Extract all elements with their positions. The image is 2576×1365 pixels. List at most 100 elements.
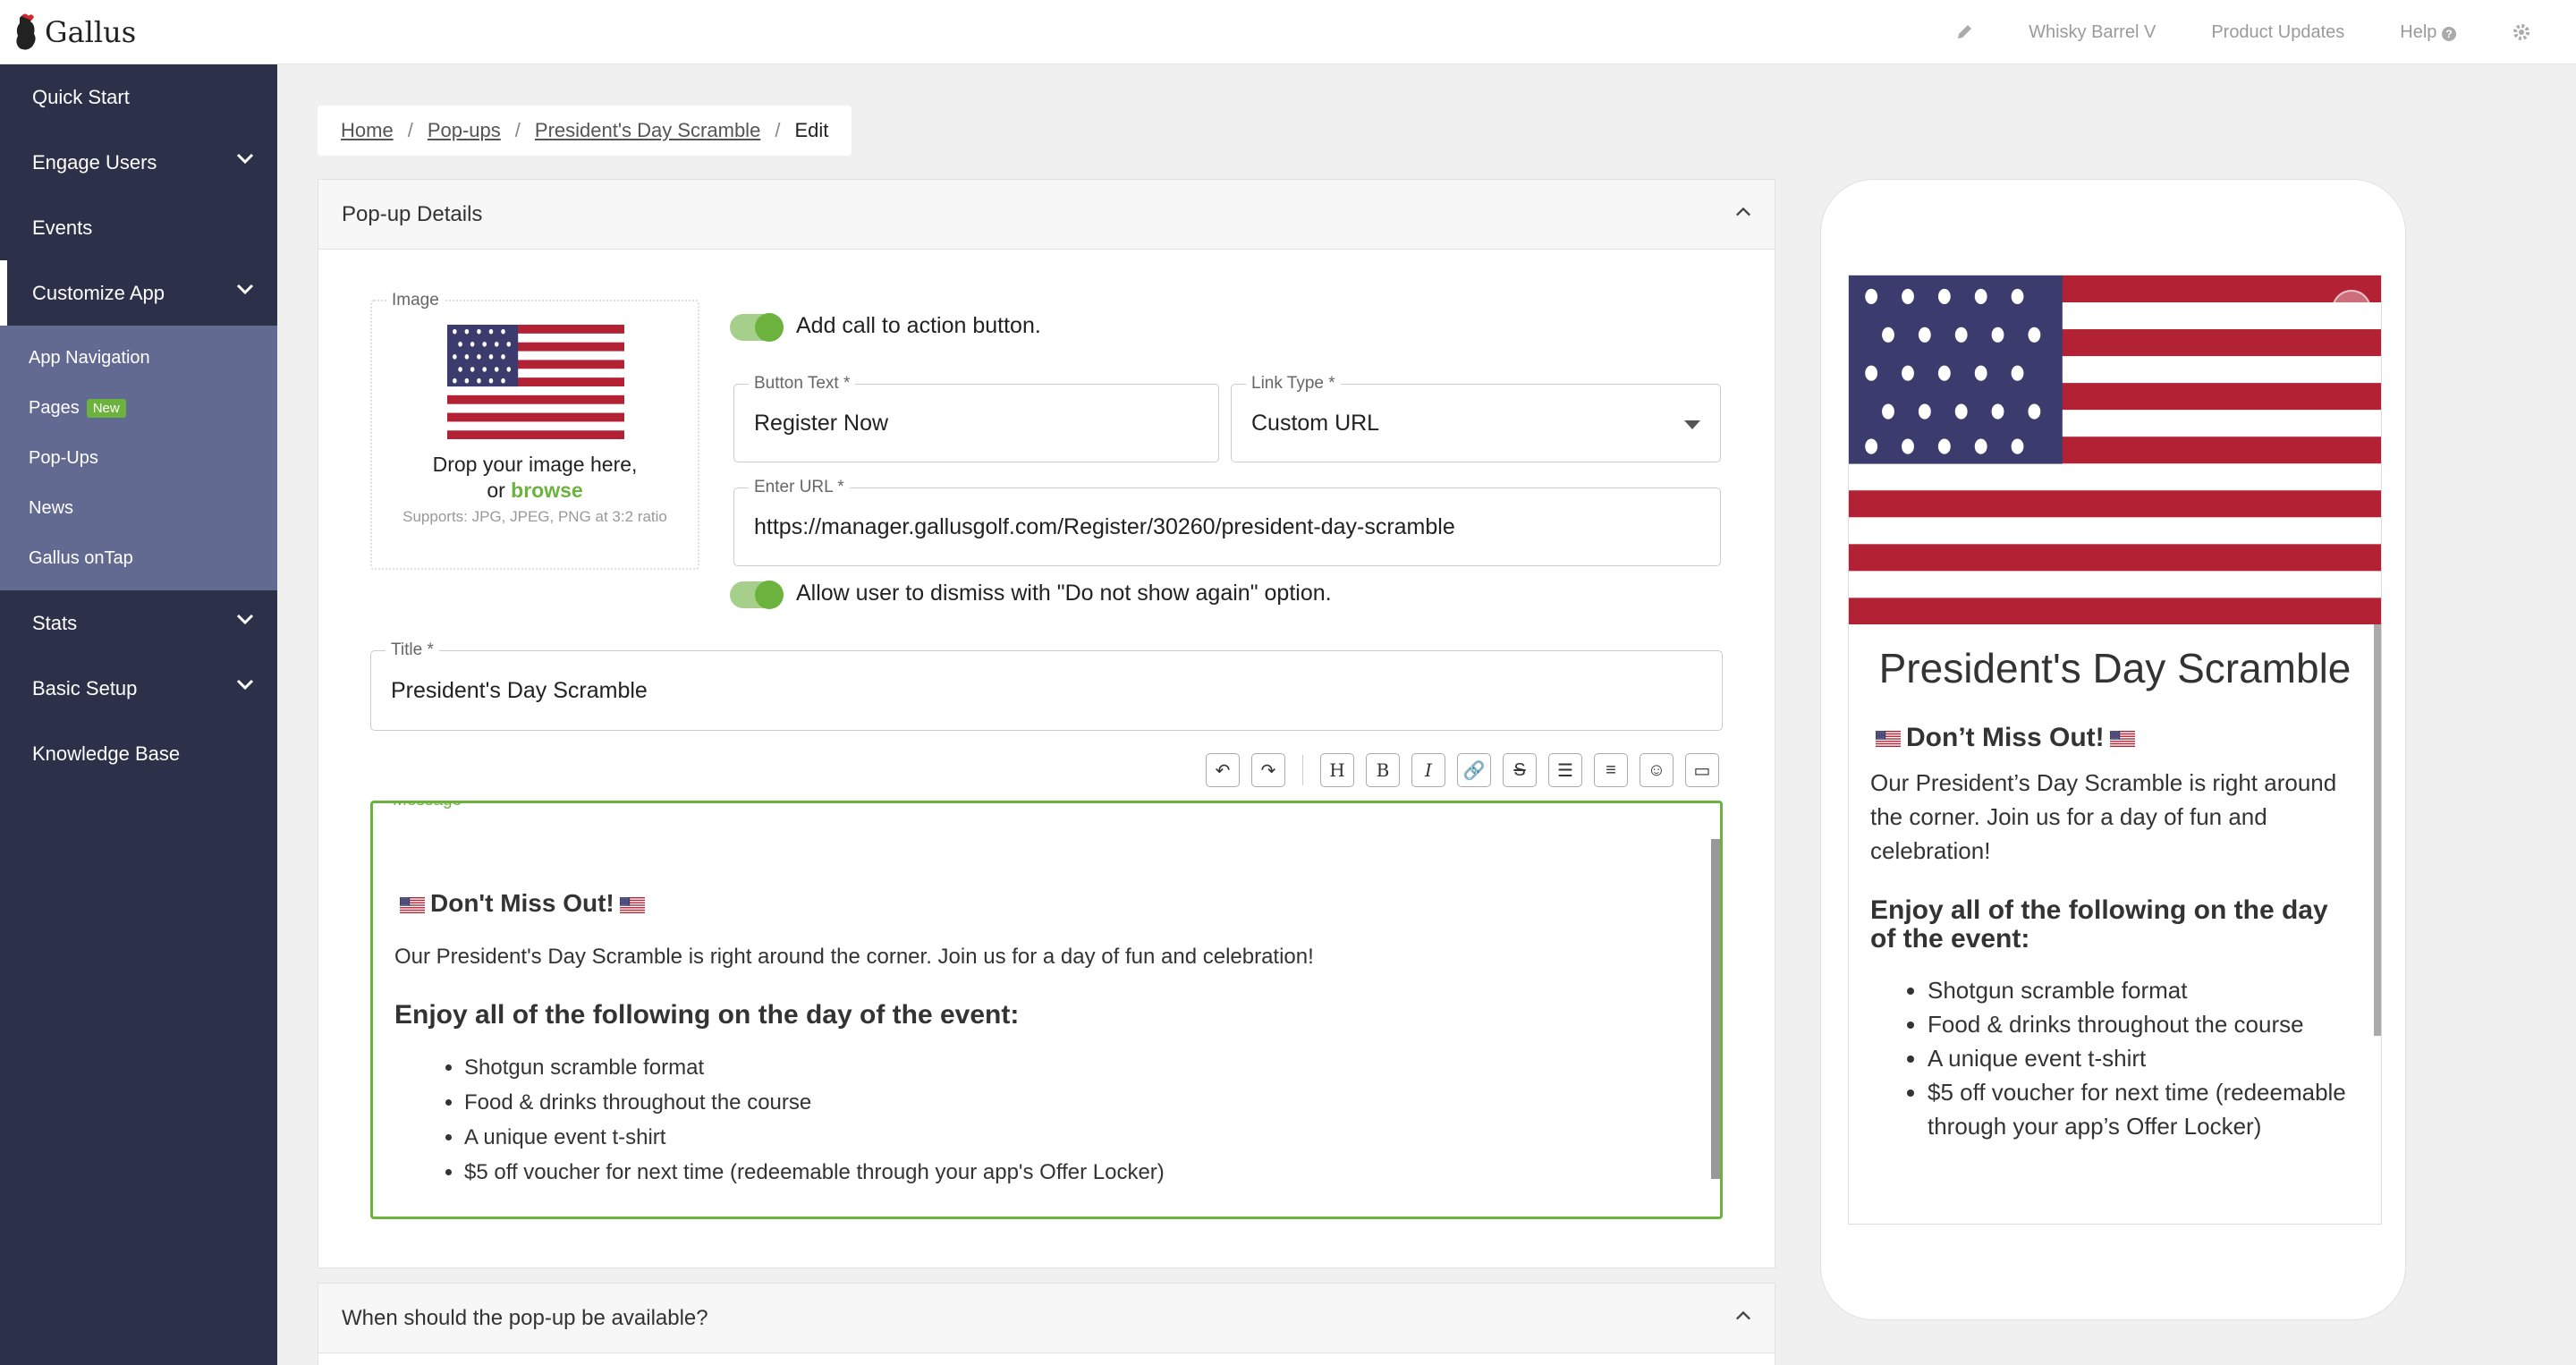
title-field[interactable]: Title * President's Day Scramble [370,640,1723,731]
popup-details-card: Pop-up Details Image Drop your image her… [318,179,1775,1268]
subitem-label: News [29,497,74,518]
cta-toggle[interactable] [730,313,784,342]
link-type-select[interactable]: Link Type * Custom URL [1231,374,1721,462]
link-type-value: Custom URL [1251,410,1380,436]
help-link[interactable]: Help ? [2400,22,2456,43]
list-item: $5 off voucher for next time (redeemable… [464,1155,1691,1190]
message-subheading: Enjoy all of the following on the day of… [394,1000,1020,1030]
sidebar-item-knowledge-base[interactable]: Knowledge Base [0,721,277,786]
drop-text: Drop your image here, or browse [372,452,698,504]
sidebar-subitem-pages[interactable]: Pages New [0,383,277,433]
section-title: When should the pop-up be available? [342,1305,708,1330]
browse-link[interactable]: browse [511,479,583,502]
numbered-list-button[interactable]: ≡ [1594,753,1628,787]
toolbar-divider [1302,755,1303,785]
preview-flag-image [1849,276,2382,624]
sidebar-subitem-pop-ups[interactable]: Pop-Ups [0,433,277,483]
editor-scrollbar[interactable] [1711,839,1720,1179]
list-item: A unique event t-shirt [464,1120,1691,1155]
chevron-down-icon [236,284,254,294]
redo-button[interactable]: ↷ [1251,753,1285,787]
pencil-icon[interactable] [1955,23,1973,41]
message-content: Don't Miss Out! Our President's Day Scra… [394,889,1691,1190]
message-heading-text: Don't Miss Out! [430,889,614,917]
sidebar-item-quick-start[interactable]: Quick Start [0,64,277,130]
button-text-value: Register Now [754,410,889,436]
sidebar-subitem-app-navigation[interactable]: App Navigation [0,333,277,383]
message-heading: Don't Miss Out! [394,889,1691,918]
section-title: Pop-up Details [342,201,483,226]
gallus-logo[interactable]: Gallus [13,13,136,52]
breadcrumb-popup-item[interactable]: President's Day Scramble [535,119,760,142]
us-flag-icon [2110,731,2135,747]
image-label: Image [386,291,445,310]
preview-heading: Don’t Miss Out! [1870,723,2360,753]
sidebar-item-label: Basic Setup [32,676,138,699]
preview-scrollbar[interactable] [2374,624,2381,1036]
preview-list: Shotgun scramble format Food & drinks th… [1928,973,2360,1143]
breadcrumb-separator: / [514,119,521,141]
top-bar: Gallus Whisky Barrel V Product Updates H… [0,0,2576,64]
phone-preview: President's Day Scramble Don’t Miss Out!… [1820,179,2406,1320]
sidebar-item-label: Events [32,216,93,239]
drop-label: Drop your image here, [432,453,638,476]
message-intro: Our President's Day Scramble is right ar… [394,945,1314,969]
sidebar-item-label: Quick Start [32,85,130,108]
top-nav: Whisky Barrel V Product Updates Help ? [1955,0,2531,64]
breadcrumb-popups[interactable]: Pop-ups [428,119,501,142]
help-label: Help [2400,21,2437,42]
product-updates-link[interactable]: Product Updates [2211,22,2344,43]
popup-details-header[interactable]: Pop-up Details [318,180,1775,250]
sidebar-subitem-news[interactable]: News [0,483,277,533]
url-field[interactable]: Enter URL * https://manager.gallusgolf.c… [733,478,1721,566]
sidebar-item-stats[interactable]: Stats [0,590,277,656]
link-button[interactable]: 🔗 [1457,753,1491,787]
us-flag-icon [1876,731,1901,747]
message-editor[interactable]: Message * Don't Miss Out! Our President'… [370,801,1723,1219]
image-button[interactable]: ▭ [1685,753,1719,787]
breadcrumb-separator: / [407,119,413,141]
list-item: $5 off voucher for next time (redeemable… [1928,1075,2360,1143]
gear-icon[interactable] [2512,22,2531,42]
chevron-down-icon [236,153,254,164]
undo-button[interactable]: ↶ [1206,753,1240,787]
us-flag-icon [400,897,425,913]
sidebar-item-events[interactable]: Events [0,195,277,260]
sidebar-item-label: Stats [32,611,78,634]
bullet-list-button[interactable]: ☰ [1548,753,1582,787]
sidebar-item-label: Knowledge Base [32,742,181,765]
breadcrumb-home[interactable]: Home [341,119,394,142]
breadcrumb: Home / Pop-ups / President's Day Scrambl… [318,106,852,156]
preview-heading-text: Don’t Miss Out! [1906,723,2105,752]
dismiss-toggle[interactable] [730,581,784,609]
preview-title: President's Day Scramble [1878,645,2351,691]
sidebar-subitem-gallus-ontap[interactable]: Gallus onTap [0,533,277,583]
button-text-field[interactable]: Button Text * Register Now [733,374,1219,462]
sidebar-item-customize-app[interactable]: Customize App [0,260,277,326]
strikethrough-button[interactable]: S [1503,753,1537,787]
supported-formats: Supports: JPG, JPEG, PNG at 3:2 ratio [402,508,667,525]
message-list: Shotgun scramble format Food & drinks th… [464,1050,1691,1190]
emoji-button[interactable]: ☺ [1640,753,1674,787]
availability-card: When should the pop-up be available? [318,1283,1775,1365]
message-label: Message * [387,803,479,810]
list-item: Shotgun scramble format [464,1050,1691,1085]
bold-button[interactable]: B [1366,753,1400,787]
subitem-label: Gallus onTap [29,547,133,568]
list-item: Food & drinks throughout the course [1928,1007,2360,1041]
subitem-label: App Navigation [29,347,150,368]
sidebar-item-basic-setup[interactable]: Basic Setup [0,656,277,721]
preview-screen: President's Day Scramble Don’t Miss Out!… [1848,275,2382,1225]
question-circle-icon: ? [2442,26,2456,41]
availability-header[interactable]: When should the pop-up be available? [318,1284,1775,1353]
close-icon[interactable] [2332,290,2371,329]
image-dropzone[interactable]: Image Drop your image here, or browse Su… [370,291,699,570]
club-selector[interactable]: Whisky Barrel V [2029,22,2156,43]
heading-button[interactable]: H [1320,753,1354,787]
dismiss-toggle-label: Allow user to dismiss with "Do not show … [796,581,1332,606]
editor-toolbar: ↶ ↷ H B I 🔗 S ☰ ≡ ☺ ▭ [1206,752,1719,788]
italic-button[interactable]: I [1411,753,1445,787]
subitem-label: Pop-Ups [29,447,98,468]
sidebar-item-engage-users[interactable]: Engage Users [0,130,277,195]
url-value: https://manager.gallusgolf.com/Register/… [754,513,1455,539]
